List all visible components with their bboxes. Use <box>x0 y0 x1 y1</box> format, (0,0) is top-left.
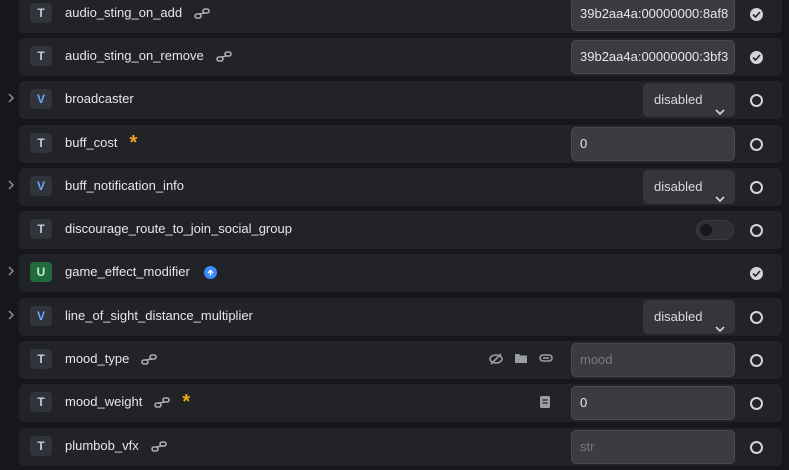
empty-circle-icon[interactable] <box>750 397 763 410</box>
type-badge: T <box>30 436 52 456</box>
property-name: buff_cost * <box>65 132 138 155</box>
asterisk-icon: * <box>129 132 138 155</box>
property-row-audio-sting-on-remove: Taudio_sting_on_remove 39b2aa4a:00000000:… <box>19 38 782 76</box>
check-circle-icon[interactable] <box>750 8 763 21</box>
property-row-mood-type: Tmood_type mood <box>19 341 782 379</box>
property-name-label: broadcaster <box>65 91 134 106</box>
property-row-audio-sting-on-add: Taudio_sting_on_add 39b2aa4a:00000000:8af… <box>19 0 782 33</box>
chevron-right-icon[interactable] <box>7 265 17 281</box>
link-icon[interactable] <box>539 352 553 366</box>
type-badge: V <box>30 89 52 109</box>
link-chain-icon[interactable] <box>150 440 167 454</box>
property-name-label: game_effect_modifier <box>65 264 190 279</box>
property-name: line_of_sight_distance_multiplier <box>65 308 253 323</box>
property-name-label: line_of_sight_distance_multiplier <box>65 308 253 323</box>
value-select[interactable]: disabled <box>643 83 735 117</box>
value-input[interactable]: 39b2aa4a:00000000:8af8 <box>571 0 735 31</box>
chevron-right-icon[interactable] <box>7 309 17 325</box>
property-name: buff_notification_info <box>65 178 184 193</box>
property-row-plumbob-vfx: Tplumbob_vfx str <box>19 428 782 466</box>
type-badge: T <box>30 219 52 239</box>
type-badge: U <box>30 262 52 282</box>
type-badge: T <box>30 46 52 66</box>
empty-circle-icon[interactable] <box>750 138 763 151</box>
toggle-switch[interactable] <box>696 220 734 240</box>
property-name-label: mood_type <box>65 351 130 366</box>
empty-circle-icon[interactable] <box>750 441 763 454</box>
check-circle-icon[interactable] <box>750 267 763 280</box>
property-name-label: discourage_route_to_join_social_group <box>65 221 292 236</box>
value-input[interactable]: 0 <box>571 127 735 161</box>
property-row-discourage-route-to-join-social-group: Tdiscourage_route_to_join_social_group <box>19 211 782 249</box>
property-name: audio_sting_on_remove <box>65 48 232 64</box>
empty-circle-icon[interactable] <box>750 94 763 107</box>
value-input[interactable]: str <box>571 430 735 464</box>
type-badge: T <box>30 3 52 23</box>
property-name: audio_sting_on_add <box>65 5 210 21</box>
property-name: game_effect_modifier <box>65 264 217 280</box>
property-name: mood_type <box>65 351 158 367</box>
check-circle-icon[interactable] <box>750 51 763 64</box>
property-name: plumbob_vfx <box>65 438 167 454</box>
property-name-label: plumbob_vfx <box>65 438 139 453</box>
link-chain-icon[interactable] <box>154 396 171 410</box>
type-badge: T <box>30 392 52 412</box>
select-value: disabled <box>654 309 703 324</box>
property-row-line-of-sight-distance-multiplier: Vline_of_sight_distance_multiplier disabl… <box>8 298 782 336</box>
link-chain-icon[interactable] <box>141 353 158 367</box>
chevron-down-icon <box>714 95 726 129</box>
property-name-label: buff_notification_info <box>65 178 185 193</box>
select-value: disabled <box>654 179 703 194</box>
folder-icon[interactable] <box>514 352 528 366</box>
value-input[interactable]: 39b2aa4a:00000000:3bf3 <box>571 40 735 74</box>
empty-circle-icon[interactable] <box>750 311 763 324</box>
value-input[interactable]: 0 <box>571 386 735 420</box>
chevron-right-icon[interactable] <box>7 179 17 195</box>
property-name: discourage_route_to_join_social_group <box>65 221 292 236</box>
chevron-right-icon[interactable] <box>7 92 17 108</box>
document-icon[interactable] <box>539 395 551 409</box>
type-badge: T <box>30 133 52 153</box>
value-select[interactable]: disabled <box>643 300 735 334</box>
property-row-game-effect-modifier: Ugame_effect_modifier <box>8 254 782 292</box>
property-name: mood_weight * <box>65 391 191 414</box>
asterisk-icon: * <box>182 391 191 414</box>
property-name-label: audio_sting_on_remove <box>65 48 204 63</box>
property-row-mood-weight: Tmood_weight * 0 <box>19 384 782 422</box>
type-badge: V <box>30 176 52 196</box>
row-tools <box>489 352 553 366</box>
link-chain-icon[interactable] <box>215 50 232 64</box>
link-chain-icon[interactable] <box>194 7 210 21</box>
empty-circle-icon[interactable] <box>750 181 763 194</box>
property-name-label: mood_weight <box>65 394 143 409</box>
property-row-buff-cost: Tbuff_cost * 0 <box>19 125 782 163</box>
property-name-label: buff_cost <box>65 135 118 150</box>
empty-circle-icon[interactable] <box>750 354 763 367</box>
property-name: broadcaster <box>65 91 134 106</box>
row-tools <box>539 395 551 409</box>
type-badge: T <box>30 349 52 369</box>
arrow-up-circle-icon[interactable] <box>203 266 217 280</box>
property-name-label: audio_sting_on_add <box>65 5 183 20</box>
property-row-buff-notification-info: Vbuff_notification_info disabled <box>8 168 782 206</box>
value-select[interactable]: disabled <box>643 170 735 204</box>
empty-circle-icon[interactable] <box>750 224 763 237</box>
type-badge: V <box>30 306 52 326</box>
toggle-knob <box>700 224 712 236</box>
hide-icon[interactable] <box>489 352 503 366</box>
value-input[interactable]: mood <box>571 343 735 377</box>
property-row-broadcaster: Vbroadcaster disabled <box>8 81 782 119</box>
select-value: disabled <box>654 92 703 107</box>
